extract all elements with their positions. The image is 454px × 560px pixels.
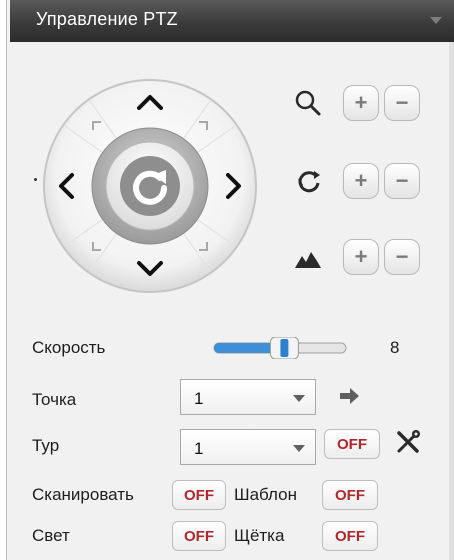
zoom-in-button[interactable]: + [343, 85, 379, 121]
ptz-title-bar[interactable]: Управление PTZ [10, 0, 454, 42]
iris-close-button[interactable]: − [384, 239, 420, 275]
chevron-down-icon [293, 445, 305, 452]
plus-icon: + [354, 90, 368, 115]
light-toggle-button[interactable]: OFF [172, 521, 226, 551]
zoom-out-button[interactable]: − [384, 85, 420, 121]
zoom-icon [293, 88, 323, 118]
focus-icon [294, 166, 324, 196]
iris-open-button[interactable]: + [343, 239, 379, 275]
pattern-toggle-button[interactable]: OFF [322, 480, 378, 510]
panel-scroll-edge [449, 42, 454, 560]
speed-value: 8 [390, 338, 400, 357]
tour-label: Тур [32, 436, 60, 455]
arrow-right-icon[interactable] [338, 386, 362, 406]
ptz-joystick[interactable] [42, 78, 258, 294]
brush-label: Щётка [234, 526, 285, 545]
focus-far-button[interactable]: − [384, 163, 420, 199]
minus-icon: − [395, 168, 409, 193]
preset-select[interactable]: 1 [180, 379, 316, 415]
preset-select-value: 1 [194, 389, 204, 408]
tools-icon[interactable] [394, 428, 422, 456]
focus-near-button[interactable]: + [343, 163, 379, 199]
panel-title: Управление PTZ [36, 9, 178, 29]
tour-select-value: 1 [194, 439, 204, 458]
brush-toggle-button[interactable]: OFF [322, 521, 378, 551]
pattern-label: Шаблон [234, 485, 297, 504]
speed-slider[interactable] [212, 336, 348, 360]
scan-toggle-button[interactable]: OFF [172, 480, 226, 510]
speed-label: Скорость [32, 338, 106, 357]
preset-label: Точка [32, 390, 77, 409]
light-label: Свет [32, 526, 70, 545]
tour-select[interactable]: 1 [180, 429, 316, 465]
tour-toggle-button[interactable]: OFF [324, 429, 380, 459]
chevron-down-icon [293, 395, 305, 402]
center-button[interactable] [120, 156, 180, 216]
slider-thumb[interactable] [269, 336, 299, 360]
iris-icon [293, 244, 323, 274]
dot-marker [34, 178, 37, 181]
minus-icon: − [395, 90, 409, 115]
minus-icon: − [395, 244, 409, 269]
plus-icon: + [354, 244, 368, 269]
plus-icon: + [354, 168, 368, 193]
collapse-arrow-icon[interactable] [430, 17, 442, 24]
scan-label: Сканировать [32, 485, 134, 504]
